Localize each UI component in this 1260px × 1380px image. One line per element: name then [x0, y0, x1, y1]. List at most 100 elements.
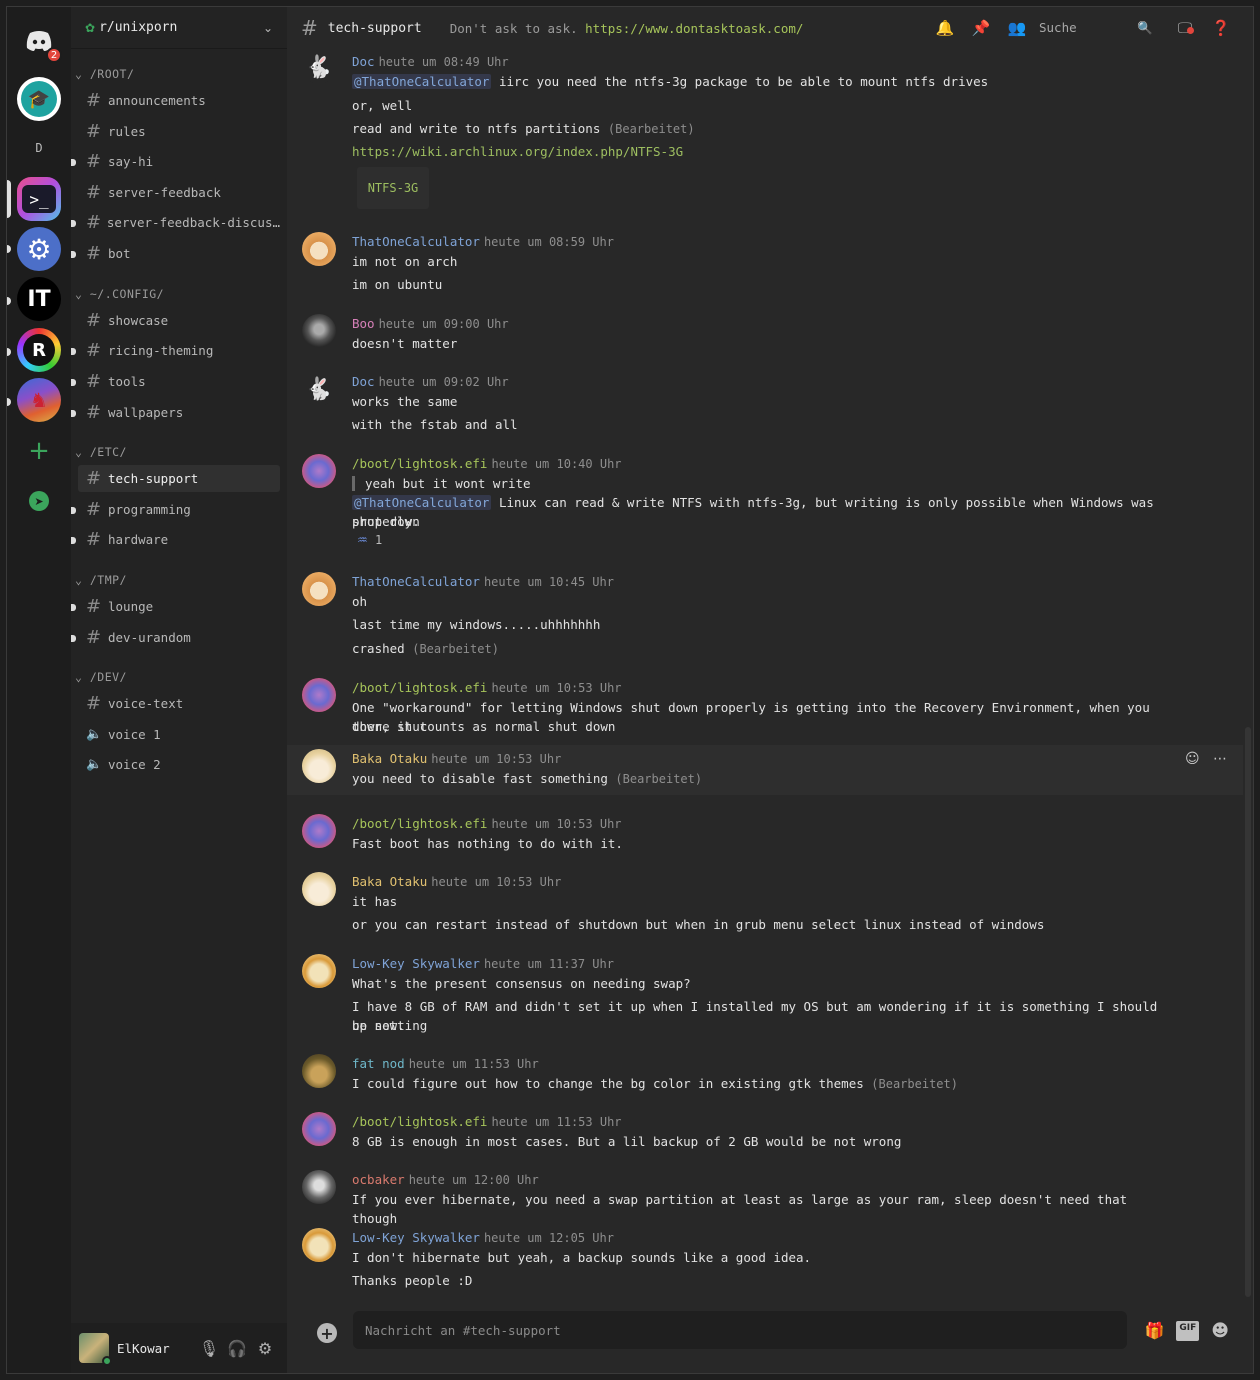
- link-embed[interactable]: NTFS-3G: [357, 167, 429, 209]
- author-name[interactable]: ThatOneCalculator: [352, 234, 480, 249]
- category-etc[interactable]: ⌄ /ETC/: [75, 445, 127, 459]
- emoji-icon[interactable]: ☻: [1211, 1321, 1229, 1341]
- author-name[interactable]: ocbaker: [352, 1172, 405, 1187]
- username[interactable]: ElKowar: [117, 1341, 195, 1356]
- chat-area: # tech-support Don't ask to ask. https:/…: [287, 7, 1253, 1373]
- avatar[interactable]: [302, 749, 336, 783]
- search-input[interactable]: Suche 🔍: [1035, 20, 1161, 36]
- avatar[interactable]: [302, 814, 336, 848]
- avatar[interactable]: [302, 678, 336, 712]
- scrollbar[interactable]: [1245, 727, 1251, 1297]
- channel-programming[interactable]: # programming: [71, 496, 280, 523]
- topic-link[interactable]: https://www.dontasktoask.com/: [585, 21, 803, 36]
- category-dev[interactable]: ⌄ /DEV/: [75, 670, 127, 684]
- author-name[interactable]: /boot/lightosk.efi: [352, 816, 487, 831]
- guild-header[interactable]: ✿ r/unixporn ⌄: [71, 7, 287, 49]
- more-options-icon[interactable]: ⋯: [1213, 751, 1227, 767]
- channel-hardware[interactable]: # hardware: [71, 526, 280, 553]
- category-root[interactable]: ⌄ /ROOT/: [75, 67, 134, 81]
- avatar[interactable]: [79, 1333, 112, 1366]
- mention[interactable]: @ThatOneCalculator: [352, 495, 492, 510]
- pin-icon[interactable]: 📌: [963, 19, 999, 37]
- channel-label: rules: [108, 124, 146, 139]
- chevron-down-icon[interactable]: ⌄: [263, 21, 273, 35]
- avatar[interactable]: [302, 872, 336, 906]
- channel-label: bot: [108, 246, 131, 261]
- channel-rules[interactable]: # rules: [78, 118, 280, 145]
- server-rust[interactable]: R: [17, 328, 61, 372]
- author-name[interactable]: /boot/lightosk.efi: [352, 680, 487, 695]
- channel-server-feedback[interactable]: # server-feedback: [78, 179, 280, 206]
- server-it[interactable]: IT: [17, 277, 61, 321]
- channel-say-hi[interactable]: # say-hi: [71, 148, 280, 175]
- message-group: Baka Otaku heute um 10:53 Uhr it has or y…: [287, 865, 1243, 945]
- upload-button[interactable]: +: [317, 1323, 337, 1343]
- author-name[interactable]: ThatOneCalculator: [352, 574, 480, 589]
- mention[interactable]: @ThatOneCalculator: [352, 74, 492, 89]
- author-name[interactable]: Baka Otaku: [352, 751, 427, 766]
- explore-servers-button[interactable]: ➤: [17, 479, 61, 523]
- hash-icon: #: [86, 596, 102, 617]
- avatar[interactable]: [302, 572, 336, 606]
- bell-icon[interactable]: 🔔: [927, 19, 963, 37]
- channel-label: voice 2: [108, 757, 161, 772]
- server-terminal[interactable]: >_: [17, 177, 61, 221]
- add-server-button[interactable]: +: [17, 429, 61, 473]
- add-reaction-icon[interactable]: ☺: [1185, 751, 1200, 767]
- channel-voice-2[interactable]: 🔈 voice 2: [78, 751, 280, 778]
- avatar[interactable]: [302, 454, 336, 488]
- author-name[interactable]: Doc: [352, 54, 375, 69]
- channel-tools[interactable]: # tools: [71, 368, 280, 395]
- channel-showcase[interactable]: # showcase: [78, 307, 280, 334]
- channel-dev-urandom[interactable]: # dev-urandom: [71, 624, 280, 651]
- inbox-icon[interactable]: 🖵: [1167, 19, 1203, 37]
- unread-pill: [7, 297, 11, 305]
- server-gear[interactable]: ⚙: [17, 227, 61, 271]
- category-tmp[interactable]: ⌄ /TMP/: [75, 573, 127, 587]
- message-link[interactable]: https://wiki.archlinux.org/index.php/NTF…: [352, 142, 1173, 161]
- avatar[interactable]: [302, 1054, 336, 1088]
- reaction[interactable]: ♒ 1: [357, 533, 382, 547]
- message-input[interactable]: [365, 1322, 1115, 1338]
- author-name[interactable]: Baka Otaku: [352, 874, 427, 889]
- headphones-icon[interactable]: 🎧: [223, 1339, 251, 1358]
- avatar[interactable]: [302, 1170, 336, 1204]
- avatar[interactable]: 🐇: [302, 50, 336, 84]
- channel-bot[interactable]: # bot: [71, 240, 280, 267]
- gif-button[interactable]: GIF: [1176, 1321, 1200, 1341]
- unread-indicator: [71, 219, 76, 227]
- channel-lounge[interactable]: # lounge: [71, 593, 280, 620]
- author-name[interactable]: /boot/lightosk.efi: [352, 1114, 487, 1129]
- author-name[interactable]: fat nod: [352, 1056, 405, 1071]
- author-name[interactable]: Doc: [352, 374, 375, 389]
- author-name[interactable]: Low-Key Skywalker: [352, 1230, 480, 1245]
- help-icon[interactable]: ❓: [1203, 19, 1239, 37]
- avatar[interactable]: 🐇: [302, 372, 336, 406]
- microphone-icon[interactable]: 🎙: [195, 1339, 223, 1358]
- server-graduation-cap[interactable]: 🎓: [17, 77, 61, 121]
- avatar[interactable]: [302, 314, 336, 348]
- avatar[interactable]: [302, 232, 336, 266]
- unread-indicator: [71, 250, 76, 258]
- author-name[interactable]: Boo: [352, 316, 375, 331]
- message-list: 🐇 Doc heute um 08:49 Uhr @ThatOneCalculat…: [287, 45, 1253, 1293]
- channel-ricing-theming[interactable]: # ricing-theming: [71, 337, 280, 364]
- channel-wallpapers[interactable]: # wallpapers: [71, 399, 280, 426]
- gear-icon[interactable]: ⚙: [251, 1339, 279, 1358]
- channel-voice-text[interactable]: # voice-text: [78, 690, 280, 717]
- avatar[interactable]: [302, 954, 336, 988]
- unread-indicator: [71, 158, 76, 166]
- members-icon[interactable]: 👥: [999, 19, 1035, 37]
- avatar[interactable]: [302, 1112, 336, 1146]
- dm-letter[interactable]: D: [7, 141, 71, 155]
- channel-tech-support[interactable]: # tech-support: [78, 465, 280, 492]
- channel-announcements[interactable]: # announcements: [78, 87, 280, 114]
- avatar[interactable]: [302, 1228, 336, 1262]
- author-name[interactable]: /boot/lightosk.efi: [352, 456, 487, 471]
- gift-icon[interactable]: 🎁: [1144, 1321, 1164, 1341]
- server-dragon[interactable]: ♞: [17, 378, 61, 422]
- channel-voice-1[interactable]: 🔈 voice 1: [78, 721, 280, 748]
- author-name[interactable]: Low-Key Skywalker: [352, 956, 480, 971]
- category-config[interactable]: ⌄ ~/.CONFIG/: [75, 287, 164, 301]
- channel-server-feedback-discussion[interactable]: # server-feedback-discus…: [71, 209, 280, 236]
